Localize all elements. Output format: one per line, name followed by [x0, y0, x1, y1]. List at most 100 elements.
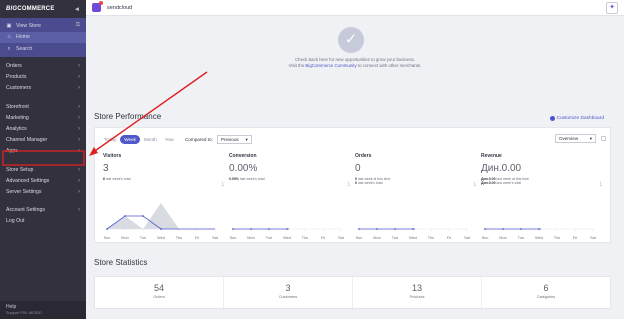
sidebar-item-marketing[interactable]: Marketing › — [0, 112, 86, 123]
chart-day-label: Tue — [140, 236, 146, 240]
chevron-right-icon: › — [78, 166, 80, 173]
sidebar-item-channel-manager[interactable]: Channel Manager › — [0, 135, 86, 146]
sidebar-item-store-setup[interactable]: Store Setup › — [0, 164, 86, 175]
chart-day-label: Thu — [302, 236, 309, 240]
chart-day-label: Thu — [554, 236, 561, 240]
chart-point — [142, 215, 144, 217]
chart-point — [394, 228, 396, 230]
stat-orders[interactable]: 54 Orders — [95, 277, 224, 308]
chart-day-label: Tue — [266, 236, 272, 240]
chart-day-label: Sun — [482, 236, 489, 240]
chevron-right-icon: › — [78, 63, 80, 70]
chart-day-label: Mon — [373, 236, 380, 240]
collapse-sidebar-icon[interactable]: ◂ — [75, 5, 79, 13]
chart-point — [268, 228, 270, 230]
chart-day-label: Mon — [499, 236, 506, 240]
chart-day-label: Tue — [392, 236, 398, 240]
sidebar-item-analytics[interactable]: Analytics › — [0, 123, 86, 134]
chart-day-label: Tue — [518, 236, 524, 240]
chart-point — [160, 228, 162, 230]
chevron-right-icon: › — [78, 188, 80, 195]
chart-point — [250, 228, 252, 230]
store-logo-icon — [92, 1, 103, 12]
lightbulb-icon[interactable]: ✦ — [606, 1, 618, 14]
chart-day-label: Wed — [535, 236, 543, 240]
chart-day-label: Fri — [195, 236, 200, 240]
chevron-right-icon: › — [78, 137, 80, 144]
sidebar-item-storefront[interactable]: Storefront › — [0, 101, 86, 112]
search-icon: ⌕ — [7, 45, 11, 52]
sidebar-item-log-out[interactable]: Log Out — [0, 216, 86, 227]
stat-products[interactable]: 13 Products — [353, 277, 482, 308]
sidebar-item-apps[interactable]: Apps › — [0, 146, 86, 157]
external-link-icon: ⧉ — [75, 22, 80, 29]
chevron-right-icon: › — [78, 126, 80, 133]
chart-point — [286, 228, 288, 230]
top-bar: sendcloud ✦ — [86, 0, 624, 16]
chart-day-label: Wed — [409, 236, 417, 240]
community-link[interactable]: BigCommerce Community — [305, 63, 356, 68]
chart-day-label: Sat — [590, 236, 597, 240]
chart-day-label: Thu — [428, 236, 435, 240]
chart-point — [484, 228, 486, 230]
chart-point — [502, 228, 504, 230]
store-icon: ▣ — [6, 22, 12, 29]
chart-point — [232, 228, 234, 230]
performance-charts: Sun Mon Tue Wed Thu Fri Sat Sun Mon Tue Wed Thu Fri S… — [104, 203, 597, 240]
store-statistics-title: Store Statistics — [94, 258, 148, 267]
chart-point — [106, 228, 108, 230]
chevron-right-icon: › — [78, 103, 80, 110]
chevron-right-icon: › — [78, 148, 80, 155]
chevron-right-icon: › — [78, 85, 80, 92]
home-icon: ⌂ — [7, 34, 11, 41]
sidebar-item-search[interactable]: ⌕ Search — [0, 43, 86, 55]
chart-day-label: Sun — [230, 236, 237, 240]
chart-point — [376, 228, 378, 230]
chart-day-label: Wed — [283, 236, 291, 240]
bigcommerce-logo[interactable]: BIG COMMERCE ◂ — [0, 0, 86, 18]
stat-categories[interactable]: 6 Categories — [482, 277, 610, 308]
stat-customers[interactable]: 3 Customers — [224, 277, 353, 308]
chevron-right-icon: › — [78, 177, 80, 184]
chevron-right-icon: › — [78, 74, 80, 81]
chart-day-label: Thu — [176, 236, 183, 240]
store-statistics-card: 54 Orders 3 Customers 13 Products 6 Categori… — [94, 276, 611, 309]
sidebar-item-account-settings[interactable]: Account Settings › — [0, 205, 86, 216]
sidebar-top-section: ▣ View Store ⧉ ⌂ Home ⌕ Search — [0, 18, 86, 57]
sidebar-item-orders[interactable]: Orders › — [0, 61, 86, 72]
chart-day-label: Sun — [356, 236, 363, 240]
hero-line-2: Visit the BigCommerce Community to conne… — [288, 63, 422, 69]
sidebar-item-view-store[interactable]: ▣ View Store ⧉ — [0, 20, 86, 32]
sidebar-item-customers[interactable]: Customers › — [0, 83, 86, 94]
chart-day-label: Sun — [104, 236, 111, 240]
gear-icon — [549, 116, 555, 121]
store-performance-title: Store Performance — [94, 112, 162, 121]
customize-dashboard-button[interactable]: Customize Dashboard — [549, 116, 604, 121]
store-name[interactable]: sendcloud — [107, 5, 132, 11]
previous-period-area — [107, 203, 215, 229]
chart-day-label: Sat — [212, 236, 219, 240]
chart-point — [538, 228, 540, 230]
sidebar-item-products[interactable]: Products › — [0, 72, 86, 83]
sidebar-item-advanced-settings[interactable]: Advanced Settings › — [0, 175, 86, 186]
chart-point — [124, 215, 126, 217]
chart-day-label: Mon — [121, 236, 128, 240]
chart-day-label: Wed — [157, 236, 165, 240]
chart-day-label: Fri — [573, 236, 578, 240]
chart-day-label: Sat — [464, 236, 471, 240]
chevron-right-icon: › — [78, 114, 80, 121]
chart-point — [412, 228, 414, 230]
chart-point — [520, 228, 522, 230]
help-section[interactable]: Help Support PIN: 867530 — [0, 301, 86, 319]
sidebar: BIG COMMERCE ◂ ▣ View Store ⧉ ⌂ Home ⌕ Se… — [0, 0, 86, 319]
hero-banner: ✓ Check back here for new opportunities … — [86, 16, 624, 74]
chart-day-label: Mon — [247, 236, 254, 240]
chart-day-label: Fri — [447, 236, 452, 240]
sidebar-item-server-settings[interactable]: Server Settings › — [0, 186, 86, 197]
chevron-right-icon: › — [78, 207, 80, 214]
sidebar-item-home[interactable]: ⌂ Home — [0, 31, 86, 43]
chart-point — [358, 228, 360, 230]
store-performance-card: Today Week Month Year Compared to: Previ… — [94, 127, 611, 243]
chart-day-label: Fri — [321, 236, 326, 240]
chart-day-label: Sat — [338, 236, 345, 240]
